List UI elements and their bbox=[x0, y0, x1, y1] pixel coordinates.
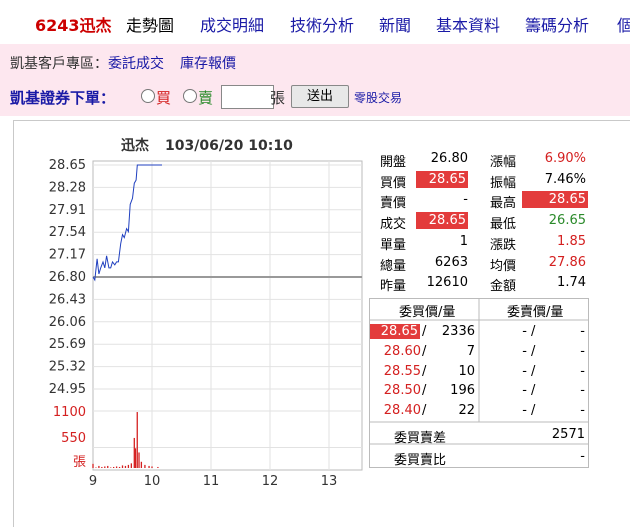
ratio-value: - bbox=[580, 449, 585, 464]
ask-price: - bbox=[522, 383, 527, 399]
ask-price: - bbox=[522, 343, 527, 359]
x-tick-label: 9 bbox=[89, 474, 97, 489]
diff-label: 委買賣差 bbox=[394, 431, 447, 446]
quote-label: 漲幅 bbox=[490, 155, 517, 170]
quote-label: 開盤 bbox=[380, 155, 407, 170]
bid-price: 28.65 bbox=[370, 324, 420, 339]
y-tick-label: 26.80 bbox=[49, 270, 86, 285]
y-tick-label: 27.54 bbox=[49, 225, 86, 240]
y-tick-label: 28.28 bbox=[49, 180, 86, 195]
quote-label: 漲跌 bbox=[490, 237, 517, 253]
bid-qty: 2336 bbox=[441, 324, 475, 339]
y-tick-label: 26.06 bbox=[49, 315, 86, 330]
quote-value: 6263 bbox=[434, 254, 468, 270]
volume-bars bbox=[92, 412, 159, 468]
bid-qty: 196 bbox=[450, 383, 475, 399]
quote-value: 1.74 bbox=[557, 275, 586, 291]
y-tick-label: 24.95 bbox=[49, 382, 86, 397]
quote-label: 成交 bbox=[380, 217, 407, 233]
bid-price: 28.50 bbox=[383, 383, 421, 399]
quote-value: 7.46% bbox=[544, 171, 586, 187]
x-tick-label: 11 bbox=[203, 474, 220, 489]
chart-stock-name: 迅杰 bbox=[121, 137, 149, 154]
quote-label: 均價 bbox=[490, 258, 517, 274]
bid-price: 28.60 bbox=[383, 343, 421, 359]
y-tick-label: 28.65 bbox=[49, 158, 86, 173]
x-tick-label: 12 bbox=[262, 474, 279, 489]
diff-value: 2571 bbox=[551, 427, 585, 442]
x-tick-label: 13 bbox=[321, 474, 338, 489]
quote-label: 最高 bbox=[490, 196, 517, 212]
bid-price: 28.40 bbox=[383, 403, 421, 419]
y-axis-ticks: 28.65 28.28 27.91 27.54 27.17 26.80 26.43 26.06… bbox=[49, 158, 86, 397]
x-tick-label: 10 bbox=[144, 474, 161, 489]
quote-value: 28.65 bbox=[522, 191, 588, 209]
bid-qty: 22 bbox=[458, 403, 475, 419]
order-book: 委買價/量 委賣價/量 28.65/2336- / -28.60/7- / -28.55… bbox=[369, 298, 589, 468]
quote-label: 最低 bbox=[490, 217, 517, 233]
y-tick-label: 27.17 bbox=[49, 248, 86, 263]
y-tick-label: 25.32 bbox=[49, 360, 86, 375]
quote-value: 1 bbox=[459, 233, 468, 249]
quote-label: 金額 bbox=[490, 279, 517, 295]
ask-header: 委賣價/量 bbox=[507, 305, 564, 320]
chart-grid bbox=[92, 160, 363, 471]
x-axis-ticks: 9 10 11 12 13 bbox=[89, 474, 337, 489]
ask-price: - bbox=[522, 324, 527, 339]
quote-label: 總量 bbox=[380, 258, 407, 274]
ask-price: - bbox=[522, 363, 527, 379]
bid-price: 28.55 bbox=[383, 363, 421, 379]
volume-axis-ticks: 1100 550 張 bbox=[53, 405, 86, 470]
ask-qty: - bbox=[580, 343, 585, 359]
y-tick-label: 26.43 bbox=[49, 292, 86, 307]
quote-label: 賣價 bbox=[380, 196, 407, 212]
quote-value: 28.65 bbox=[416, 170, 468, 188]
quote-label: 振幅 bbox=[490, 175, 517, 191]
quote-label: 單量 bbox=[380, 237, 407, 253]
chart-datetime: 103/06/20 10:10 bbox=[165, 138, 293, 154]
quote-value: 12610 bbox=[426, 275, 468, 291]
ask-qty: - bbox=[580, 383, 585, 399]
bid-header: 委買價/量 bbox=[399, 305, 456, 320]
quote-value: 26.65 bbox=[548, 213, 586, 229]
ask-qty: - bbox=[580, 363, 585, 379]
bid-qty: 10 bbox=[458, 363, 475, 379]
volume-tick-label: 1100 bbox=[53, 405, 86, 420]
quote-value: - bbox=[463, 192, 468, 208]
y-tick-label: 25.69 bbox=[49, 337, 86, 352]
quote-value: 1.85 bbox=[557, 233, 586, 249]
volume-tick-label: 張 bbox=[73, 455, 86, 470]
ask-price: - bbox=[522, 403, 527, 419]
volume-tick-label: 550 bbox=[61, 431, 86, 446]
ask-qty: - bbox=[580, 324, 585, 339]
quote-value: 28.65 bbox=[416, 212, 468, 230]
quote-value: 6.90% bbox=[544, 151, 586, 166]
quote-label: 昨量 bbox=[380, 279, 407, 295]
bid-qty: 7 bbox=[466, 343, 475, 359]
quote-label: 買價 bbox=[380, 175, 407, 191]
quote-value: 27.86 bbox=[548, 254, 586, 270]
ratio-label: 委買賣比 bbox=[394, 453, 447, 468]
y-tick-label: 27.91 bbox=[49, 203, 86, 218]
quote-value: 26.80 bbox=[430, 151, 468, 166]
ask-qty: - bbox=[580, 403, 585, 419]
